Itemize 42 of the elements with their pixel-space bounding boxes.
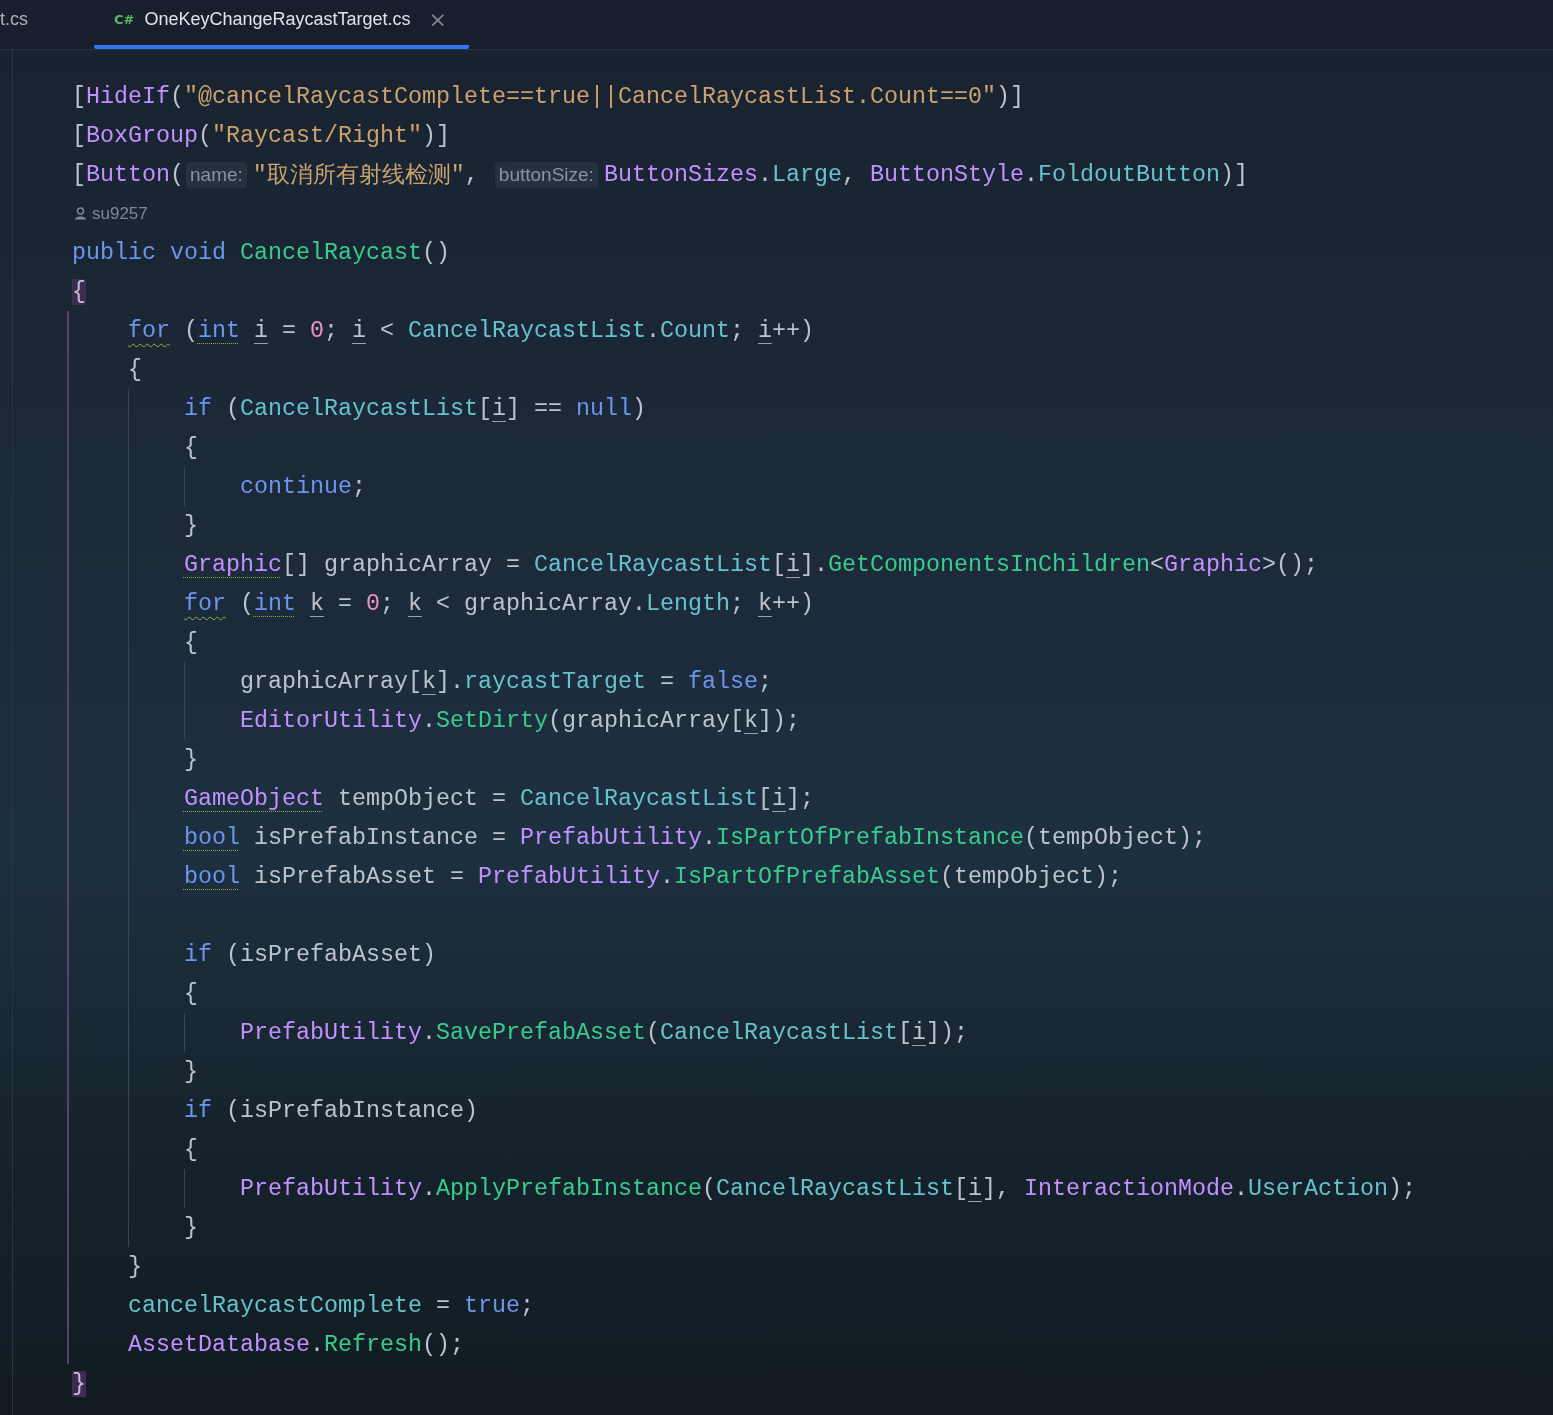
editor-tab[interactable]: C# OneKeyChangeRaycastTarget.cs × xyxy=(94,0,470,49)
code-line: bool isPrefabInstance = PrefabUtility.IsPartOfPrefabInstance(tempObject); xyxy=(183,823,1206,853)
code-line: if (CancelRaycastList[i] == null) xyxy=(183,394,646,424)
code-line: graphicArray[k].raycastTarget = false; xyxy=(239,667,772,697)
parameter-hint: buttonSize: xyxy=(494,161,598,188)
code-line: PrefabUtility.ApplyPrefabInstance(CancelRaycastList[i], InteractionMode.UserAction); xyxy=(239,1174,1416,1204)
code-text: [Button( xyxy=(72,160,184,190)
code-line: if (isPrefabInstance) xyxy=(183,1096,478,1126)
code-line: for (int i = 0; i < CancelRaycastList.Count; i++) xyxy=(128,316,814,346)
code-text: "取消所有射线检测", xyxy=(252,160,480,191)
code-line: } xyxy=(183,745,198,775)
close-button[interactable]: × xyxy=(426,7,450,32)
code-line: { xyxy=(183,1135,198,1165)
code-line: } xyxy=(183,1213,198,1243)
tab-label: t.cs xyxy=(0,9,28,30)
code-line: { xyxy=(128,355,142,385)
code-line: public void CancelRaycast() xyxy=(72,238,450,268)
code-text: ButtonSizes.Large, ButtonStyle.FoldoutButton)] xyxy=(603,160,1248,190)
code-line: bool isPrefabAsset = PrefabUtility.IsPartOfPrefabAsset(tempObject); xyxy=(183,862,1122,892)
csharp-file-icon: C# xyxy=(114,12,135,27)
code-line: EditorUtility.SetDirty(graphicArray[k]); xyxy=(239,706,800,736)
parameter-hint: name: xyxy=(186,161,247,188)
code-line: } xyxy=(183,1057,198,1087)
code-line: Graphic[] graphicArray = CancelRaycastList[i].GetComponentsInChildren<Graphic>(); xyxy=(183,550,1318,580)
code-line: [BoxGroup("Raycast/Right")] xyxy=(72,121,450,151)
person-icon xyxy=(74,207,87,220)
code-line: PrefabUtility.SavePrefabAsset(CancelRaycastList[i]); xyxy=(239,1018,968,1048)
code-line: continue; xyxy=(239,472,366,502)
code-line: AssetDatabase.Refresh(); xyxy=(128,1330,464,1360)
code-line: [HideIf("@cancelRaycastComplete==true||CancelRaycastList.Count==0")] xyxy=(72,82,1024,112)
code-line: { xyxy=(183,979,198,1009)
code-line: } xyxy=(128,1252,142,1282)
code-line: { xyxy=(183,628,198,658)
code-line: { xyxy=(183,433,198,463)
code-line: cancelRaycastComplete = true; xyxy=(128,1291,534,1321)
tab-label: OneKeyChangeRaycastTarget.cs xyxy=(144,9,411,30)
code-line: if (isPrefabAsset) xyxy=(183,940,436,970)
code-line: GameObject tempObject = CancelRaycastList[i]; xyxy=(183,784,814,814)
editor-tab[interactable]: t.cs xyxy=(0,0,48,49)
code-line: for (int k = 0; k < graphicArray.Length; k++) xyxy=(183,589,814,619)
author-name[interactable]: su9257 xyxy=(92,203,148,224)
code-line: } xyxy=(183,511,198,541)
